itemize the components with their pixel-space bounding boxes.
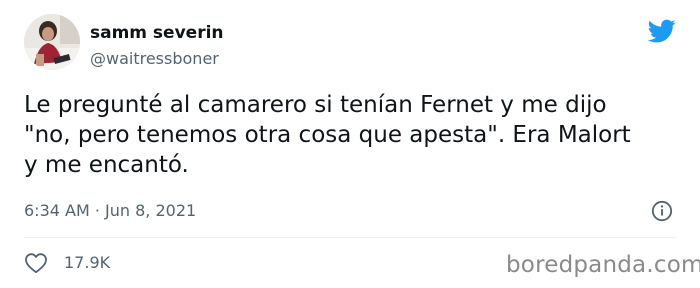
tweet-timestamp[interactable]: 6:34 AM · Jun 8, 2021	[24, 201, 196, 220]
tweet-text: Le pregunté al camarero si tenían Fernet…	[24, 90, 684, 180]
tweet-card: samm severin @waitressboner Le pregunté …	[0, 0, 700, 288]
tweet-text-line: "no, pero tenemos otra cosa que apesta".…	[24, 122, 631, 148]
author-handle[interactable]: @waitressboner	[90, 49, 219, 68]
like-count: 17.9K	[64, 253, 111, 272]
author-display-name[interactable]: samm severin	[90, 23, 224, 43]
tweet-text-line: y me encantó.	[24, 152, 189, 178]
tweet-text-line: Le pregunté al camarero si tenían Fernet…	[24, 92, 607, 118]
heart-icon[interactable]	[24, 252, 48, 274]
divider	[24, 237, 676, 238]
avatar-photo	[24, 14, 80, 70]
twitter-bird-icon[interactable]	[645, 17, 679, 45]
watermark: boredpanda.com	[506, 252, 700, 278]
info-icon[interactable]	[651, 200, 673, 222]
avatar[interactable]	[24, 14, 80, 70]
